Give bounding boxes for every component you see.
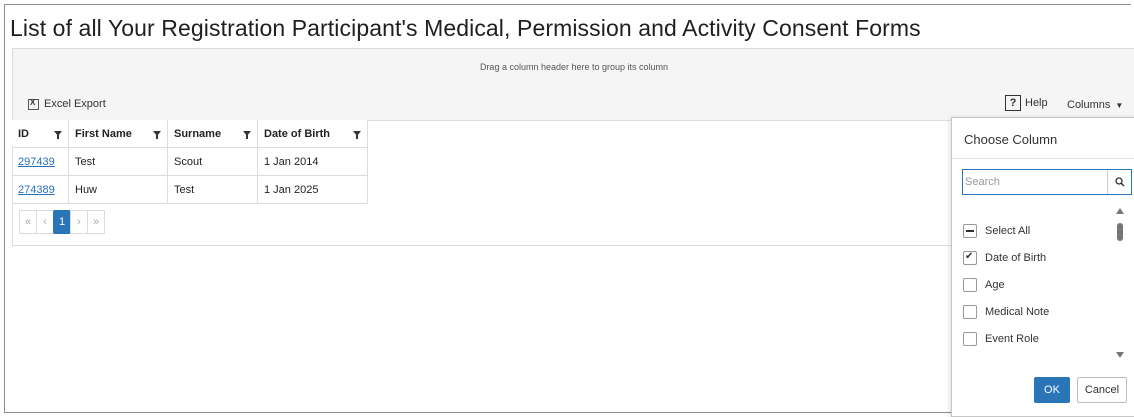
option-label: Select All: [985, 224, 1031, 237]
scroll-thumb[interactable]: [1117, 223, 1123, 241]
ok-button[interactable]: OK: [1034, 377, 1070, 403]
option-label: Age: [985, 278, 1005, 291]
help-button[interactable]: ? Help: [1005, 95, 1048, 111]
table-row: 274389 Huw Test 1 Jan 2025: [12, 175, 368, 204]
participant-id-link[interactable]: 274389: [18, 184, 55, 196]
scroll-up-arrow-icon[interactable]: [1116, 208, 1124, 214]
option-event-role[interactable]: Event Role: [963, 325, 1113, 352]
prev-page-button[interactable]: ‹: [36, 210, 54, 234]
caret-down-icon: ▼: [1115, 101, 1124, 110]
options-scrollbar[interactable]: [1114, 208, 1126, 358]
header-date-of-birth[interactable]: Date of Birth: [257, 120, 368, 148]
table-row: 297439 Test Scout 1 Jan 2014: [12, 147, 368, 176]
option-age[interactable]: Age: [963, 271, 1113, 298]
header-surname-label: Surname: [174, 127, 222, 140]
option-select-all[interactable]: Select All: [963, 217, 1113, 244]
search-icon[interactable]: [1107, 170, 1131, 194]
header-id[interactable]: ID: [12, 120, 69, 148]
pager: « ‹ 1 › »: [19, 210, 105, 234]
participants-grid: ID First Name Surname Date of Birth 2974…: [12, 120, 951, 204]
column-search: [962, 169, 1132, 195]
header-id-label: ID: [18, 127, 29, 140]
column-chooser-title: Choose Column: [964, 132, 1058, 147]
cell-id: 274389: [12, 175, 69, 204]
filter-icon[interactable]: [54, 131, 62, 139]
columns-label: Columns: [1067, 99, 1111, 111]
first-page-button[interactable]: «: [19, 210, 37, 234]
filter-icon[interactable]: [243, 131, 251, 139]
header-first-name[interactable]: First Name: [68, 120, 168, 148]
page-title: List of all Your Registration Participan…: [10, 15, 921, 41]
cell-first-name: Test: [68, 147, 168, 176]
option-label: Event Role: [985, 332, 1039, 345]
column-search-input[interactable]: [963, 170, 1107, 194]
divider: [952, 158, 1134, 159]
column-chooser-popup: Choose Column Select All Date of Birth A…: [951, 117, 1134, 417]
header-surname[interactable]: Surname: [167, 120, 258, 148]
help-label: Help: [1025, 97, 1048, 109]
page-1-button[interactable]: 1: [53, 210, 71, 234]
scroll-down-arrow-icon[interactable]: [1116, 352, 1124, 358]
participant-id-link[interactable]: 297439: [18, 156, 55, 168]
excel-export-button[interactable]: Excel Export: [28, 98, 106, 110]
cell-first-name: Huw: [68, 175, 168, 204]
checkbox-medical-note[interactable]: [963, 304, 977, 319]
option-label: Date of Birth: [985, 251, 1047, 264]
checkbox-age[interactable]: [963, 277, 977, 292]
next-page-button[interactable]: ›: [70, 210, 88, 234]
cell-id: 297439: [12, 147, 69, 176]
header-first-name-label: First Name: [75, 127, 132, 140]
header-dob-label: Date of Birth: [264, 127, 330, 140]
filter-icon[interactable]: [353, 131, 361, 139]
checkbox-select-all[interactable]: [963, 223, 977, 238]
column-options: Select All Date of Birth Age Medical Not…: [963, 217, 1113, 352]
cell-surname: Scout: [167, 147, 258, 176]
pager-row: « ‹ 1 › »: [12, 204, 952, 246]
filter-icon[interactable]: [153, 131, 161, 139]
columns-dropdown-button[interactable]: Columns ▼: [1067, 99, 1123, 111]
excel-icon: [28, 98, 39, 110]
option-date-of-birth[interactable]: Date of Birth: [963, 244, 1113, 271]
cell-dob: 1 Jan 2014: [257, 147, 368, 176]
cell-dob: 1 Jan 2025: [257, 175, 368, 204]
excel-export-label: Excel Export: [44, 98, 106, 110]
checkbox-event-role[interactable]: [963, 331, 977, 346]
option-medical-note[interactable]: Medical Note: [963, 298, 1113, 325]
group-drop-panel[interactable]: Drag a column header here to group its c…: [12, 48, 1134, 90]
question-icon: ?: [1005, 95, 1021, 111]
last-page-button[interactable]: »: [87, 210, 105, 234]
checkbox-date-of-birth[interactable]: [963, 250, 977, 265]
group-panel-hint: Drag a column header here to group its c…: [479, 62, 669, 72]
cell-surname: Test: [167, 175, 258, 204]
option-label: Medical Note: [985, 305, 1050, 318]
cancel-button[interactable]: Cancel: [1077, 377, 1127, 403]
